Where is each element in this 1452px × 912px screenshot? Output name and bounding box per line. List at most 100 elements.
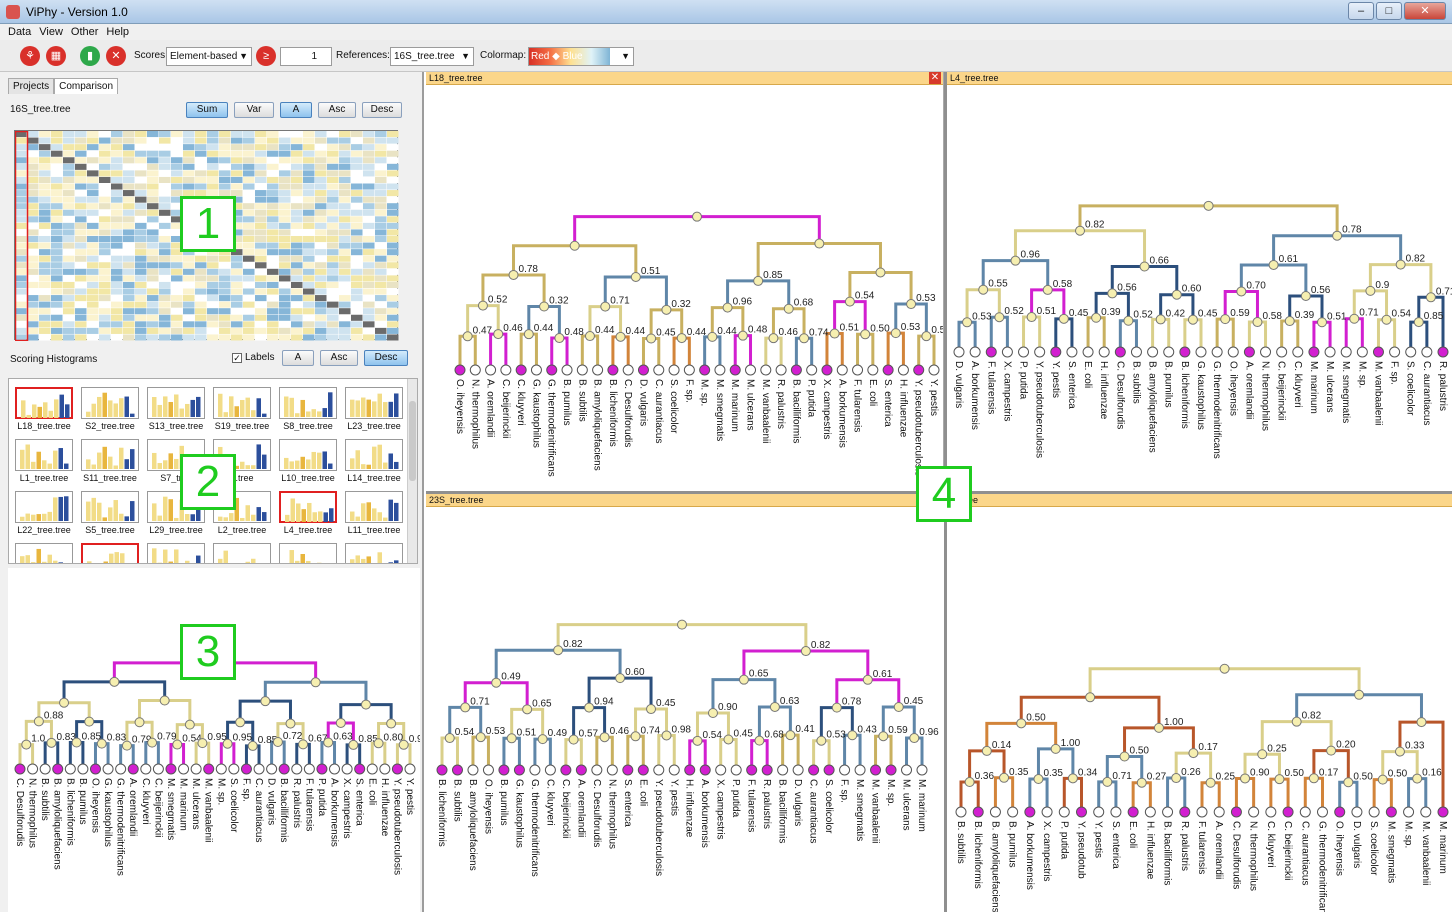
matrix-cell[interactable] xyxy=(387,249,399,256)
matrix-cell[interactable] xyxy=(159,137,171,144)
close-button[interactable]: ✕ xyxy=(1404,2,1446,20)
tree-node[interactable] xyxy=(831,702,842,713)
leaf-node[interactable] xyxy=(821,364,833,376)
leaf-node[interactable] xyxy=(953,346,965,358)
matrix-cell[interactable] xyxy=(27,308,39,315)
matrix-cell[interactable] xyxy=(231,255,243,262)
tree-icon[interactable]: ⚘ xyxy=(20,46,40,66)
matrix-cell[interactable] xyxy=(255,137,267,144)
matrix-cell[interactable] xyxy=(39,242,51,249)
matrix-cell[interactable] xyxy=(195,176,207,183)
matrix-cell[interactable] xyxy=(315,183,327,190)
matrix-cell[interactable] xyxy=(327,301,339,308)
matrix-cell[interactable] xyxy=(231,150,243,157)
matrix-cell[interactable] xyxy=(279,327,291,334)
matrix-cell[interactable] xyxy=(339,262,351,269)
matrix-cell[interactable] xyxy=(27,131,39,138)
tree-node[interactable] xyxy=(1010,255,1021,266)
hist-alpha-button[interactable]: A xyxy=(282,350,314,366)
matrix-cell[interactable] xyxy=(51,295,63,302)
matrix-cell[interactable] xyxy=(315,321,327,328)
leaf-node[interactable] xyxy=(699,764,711,776)
tab-projects[interactable]: Projects xyxy=(8,78,55,94)
matrix-cell[interactable] xyxy=(171,183,183,190)
matrix-cell[interactable] xyxy=(183,183,195,190)
matrix-cell[interactable] xyxy=(255,275,267,282)
matrix-cell[interactable] xyxy=(159,176,171,183)
matrix-cell[interactable] xyxy=(171,255,183,262)
leaf-node[interactable] xyxy=(576,364,588,376)
matrix-cell[interactable] xyxy=(303,321,315,328)
matrix-cell[interactable] xyxy=(123,183,135,190)
leaf-node[interactable] xyxy=(622,364,634,376)
matrix-cell[interactable] xyxy=(51,308,63,315)
matrix-cell[interactable] xyxy=(303,281,315,288)
matrix-cell[interactable] xyxy=(87,163,99,170)
matrix-cell[interactable] xyxy=(219,275,231,282)
matrix-cell[interactable] xyxy=(111,249,123,256)
tree-node[interactable] xyxy=(1349,313,1360,324)
matrix-cell[interactable] xyxy=(339,314,351,321)
tree-node[interactable] xyxy=(1268,259,1279,270)
matrix-cell[interactable] xyxy=(243,236,255,243)
matrix-cell[interactable] xyxy=(123,255,135,262)
leaf-node[interactable] xyxy=(52,763,64,775)
matrix-cell[interactable] xyxy=(39,327,51,334)
tree-node[interactable] xyxy=(1203,200,1214,211)
matrix-cell[interactable] xyxy=(303,314,315,321)
matrix-cell[interactable] xyxy=(51,229,63,236)
tree-node[interactable] xyxy=(921,331,932,342)
matrix-cell[interactable] xyxy=(99,242,111,249)
matrix-cell[interactable] xyxy=(123,150,135,157)
matrix-cell[interactable] xyxy=(159,203,171,210)
matrix-cell[interactable] xyxy=(219,295,231,302)
matrix-cell[interactable] xyxy=(15,334,27,341)
histogram-thumbnail[interactable]: S5_tree.tree xyxy=(79,491,141,537)
matrix-cell[interactable] xyxy=(267,281,279,288)
matrix-cell[interactable] xyxy=(171,327,183,334)
matrix-cell[interactable] xyxy=(39,249,51,256)
leaf-node[interactable] xyxy=(714,364,726,376)
leaf-node[interactable] xyxy=(1098,346,1110,358)
matrix-cell[interactable] xyxy=(255,163,267,170)
matrix-cell[interactable] xyxy=(63,176,75,183)
matrix-cell[interactable] xyxy=(387,327,399,334)
matrix-cell[interactable] xyxy=(255,157,267,164)
matrix-cell[interactable] xyxy=(243,327,255,334)
matrix-cell[interactable] xyxy=(159,144,171,151)
leaf-node[interactable] xyxy=(592,364,604,376)
matrix-cell[interactable] xyxy=(351,334,363,341)
matrix-cell[interactable] xyxy=(111,176,123,183)
tree-node[interactable] xyxy=(1188,748,1199,759)
matrix-cell[interactable] xyxy=(315,176,327,183)
leaf-node[interactable] xyxy=(127,763,139,775)
matrix-cell[interactable] xyxy=(243,209,255,216)
matrix-cell[interactable] xyxy=(255,183,267,190)
matrix-cell[interactable] xyxy=(27,281,39,288)
tree-node[interactable] xyxy=(1416,717,1427,728)
matrix-cell[interactable] xyxy=(387,170,399,177)
matrix-cell[interactable] xyxy=(315,137,327,144)
leaf-node[interactable] xyxy=(1110,806,1122,818)
matrix-cell[interactable] xyxy=(255,196,267,203)
matrix-cell[interactable] xyxy=(387,262,399,269)
matrix-cell[interactable] xyxy=(351,131,363,138)
tree-node[interactable] xyxy=(1377,774,1388,785)
matrix-cell[interactable] xyxy=(375,157,387,164)
matrix-cell[interactable] xyxy=(15,216,27,223)
matrix-cell[interactable] xyxy=(99,216,111,223)
matrix-cell[interactable] xyxy=(99,203,111,210)
matrix-cell[interactable] xyxy=(207,131,219,138)
tree-node[interactable] xyxy=(600,301,611,312)
matrix-cell[interactable] xyxy=(147,144,159,151)
matrix-cell[interactable] xyxy=(231,131,243,138)
matrix-cell[interactable] xyxy=(111,301,123,308)
matrix-cell[interactable] xyxy=(315,308,327,315)
matrix-cell[interactable] xyxy=(291,190,303,197)
matrix-cell[interactable] xyxy=(159,268,171,275)
matrix-cell[interactable] xyxy=(63,308,75,315)
matrix-cell[interactable] xyxy=(159,222,171,229)
matrix-cell[interactable] xyxy=(75,268,87,275)
matrix-cell[interactable] xyxy=(51,183,63,190)
leaf-node[interactable] xyxy=(715,764,727,776)
